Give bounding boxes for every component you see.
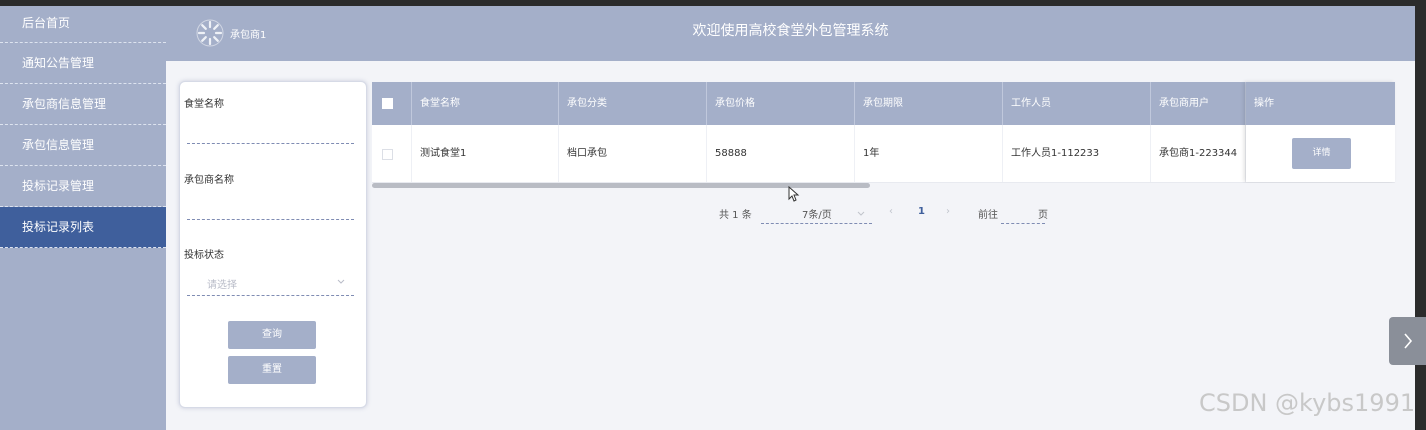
row-checkbox[interactable] [382, 149, 393, 160]
chevron-right-icon[interactable] [1389, 317, 1426, 365]
window-edge [1415, 6, 1426, 430]
cell-price: 58888 [707, 125, 855, 182]
column-contractor: 承包商用户 [1151, 82, 1246, 125]
column-staff: 工作人员 [1003, 82, 1151, 125]
sidebar-item-announcements[interactable]: 通知公告管理 [0, 43, 166, 84]
cell-staff: 工作人员1-112233 [1003, 125, 1151, 182]
main-area: 承包商1 欢迎使用高校食堂外包管理系统 食堂名称 承包商名称 投标状态 请选择 … [166, 6, 1415, 430]
select-all-checkbox[interactable] [382, 98, 393, 109]
cell-contractor: 承包商1-223344 [1151, 125, 1246, 182]
page-unit-label: 页 [1038, 210, 1048, 221]
pagination-total: 共 1 条 [719, 210, 752, 221]
mouse-cursor-icon [788, 186, 800, 202]
header: 承包商1 欢迎使用高校食堂外包管理系统 [166, 6, 1415, 61]
content-area: 食堂名称 承包商名称 投标状态 请选择 查询 重置 食堂名称 承包分类 承包价格… [166, 61, 1415, 430]
contractor-name-label: 承包商名称 [184, 175, 234, 186]
page-size-underline [761, 223, 872, 224]
watermark: CSDN @kybs1991 [1199, 389, 1416, 417]
column-canteen: 食堂名称 [412, 82, 559, 125]
sidebar: 后台首页 通知公告管理 承包商信息管理 承包信息管理 投标记录管理 投标记录列表 [0, 6, 166, 430]
sidebar-item-bid-records[interactable]: 投标记录管理 [0, 166, 166, 207]
next-page-button[interactable]: › [946, 206, 950, 217]
column-category: 承包分类 [559, 82, 707, 125]
cell-term: 1年 [855, 125, 1003, 182]
cell-category: 档口承包 [559, 125, 707, 182]
detail-button[interactable]: 详情 [1292, 138, 1351, 169]
cell-canteen: 测试食堂1 [412, 125, 559, 182]
sidebar-item-contractor-info[interactable]: 承包商信息管理 [0, 84, 166, 125]
goto-label: 前往 [978, 210, 998, 221]
column-price: 承包价格 [707, 82, 855, 125]
column-term: 承包期限 [855, 82, 1003, 125]
sidebar-item-bid-record-list[interactable]: 投标记录列表 [0, 207, 166, 248]
chevron-down-icon[interactable] [856, 208, 866, 218]
reset-button[interactable]: 重置 [228, 356, 316, 384]
page-title: 欢迎使用高校食堂外包管理系统 [692, 23, 889, 39]
contractor-name-input[interactable] [187, 219, 354, 220]
sidebar-item-home[interactable]: 后台首页 [0, 6, 166, 43]
chevron-down-icon[interactable] [336, 276, 346, 286]
sidebar-item-contract-info[interactable]: 承包信息管理 [0, 125, 166, 166]
header-checkbox-cell [372, 82, 412, 125]
goto-page-input[interactable] [1001, 223, 1045, 224]
page-size-select[interactable]: 7条/页 [802, 206, 832, 221]
canteen-name-label: 食堂名称 [184, 99, 224, 110]
canteen-name-input[interactable] [187, 143, 354, 144]
table-row: 测试食堂1 档口承包 58888 1年 工作人员1-112233 承包商1-22… [372, 125, 1395, 183]
bid-status-underline [187, 295, 354, 296]
bid-status-label: 投标状态 [184, 250, 224, 261]
search-panel: 食堂名称 承包商名称 投标状态 请选择 查询 重置 [179, 81, 367, 408]
current-page[interactable]: 1 [918, 206, 925, 217]
query-button[interactable]: 查询 [228, 321, 316, 349]
table-header: 食堂名称 承包分类 承包价格 承包期限 工作人员 承包商用户 操作 [372, 82, 1395, 125]
bid-status-select[interactable]: 请选择 [207, 276, 237, 291]
prev-page-button[interactable]: ‹ [889, 206, 893, 217]
row-checkbox-cell [372, 125, 412, 182]
